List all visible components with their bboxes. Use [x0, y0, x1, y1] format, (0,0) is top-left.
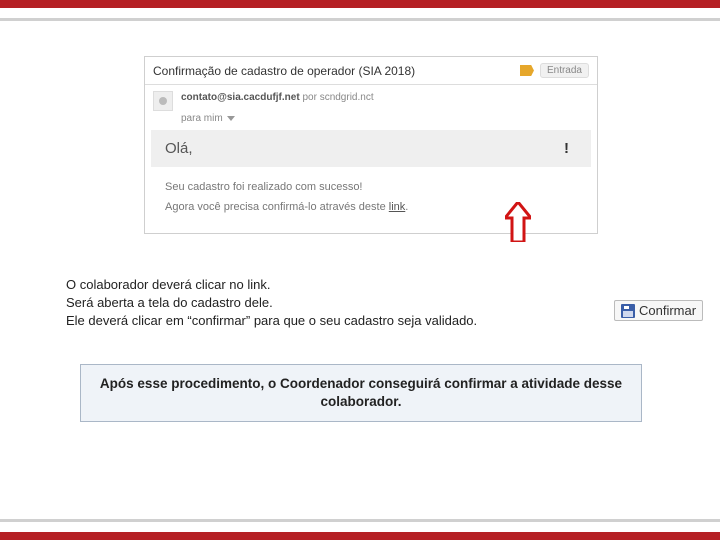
bottom-red-bar — [0, 532, 720, 540]
email-body-line2-pre: Agora você precisa confirmá-lo através d… — [165, 201, 389, 213]
from-lines: contato@sia.cacdufjf.net por scndgrid.nc… — [181, 91, 589, 105]
arrow-up-icon — [505, 202, 531, 242]
tag-icon — [520, 65, 534, 76]
instruction-line-2: Será aberta a tela do cadastro dele. — [66, 294, 576, 312]
save-icon — [621, 304, 635, 318]
instruction-line-3: Ele deverá clicar em “confirmar” para qu… — [66, 312, 576, 330]
confirmation-link[interactable]: link — [389, 201, 406, 213]
top-gap — [0, 8, 720, 18]
instruction-text: O colaborador deverá clicar no link. Ser… — [66, 276, 576, 330]
chevron-down-icon — [227, 116, 235, 121]
email-header: Confirmação de cadastro de operador (SIA… — [145, 57, 597, 85]
greeting-text: Olá, — [165, 140, 193, 157]
person-icon — [159, 97, 167, 105]
avatar — [153, 91, 173, 111]
bottom-bars — [0, 519, 720, 540]
confirm-button[interactable]: Confirmar — [614, 300, 703, 321]
greeting-exclaim: ! — [564, 140, 569, 157]
bottom-gap — [0, 522, 720, 532]
from-address: contato@sia.cacdufjf.net — [181, 92, 300, 103]
email-body-line1: Seu cadastro foi realizado com sucesso! — [165, 177, 577, 197]
top-bars — [0, 0, 720, 21]
top-grey-bar — [0, 18, 720, 21]
email-body-line2-post: . — [405, 201, 408, 213]
to-line: para mim — [181, 113, 223, 124]
top-red-bar — [0, 0, 720, 8]
instruction-line-1: O colaborador deverá clicar no link. — [66, 276, 576, 294]
confirm-button-label: Confirmar — [639, 303, 696, 318]
email-from-row: contato@sia.cacdufjf.net por scndgrid.nc… — [145, 85, 597, 113]
via-domain: scndgrid.nct — [320, 92, 374, 103]
red-arrow-annotation — [505, 202, 531, 242]
email-to-row: para mim — [145, 113, 597, 130]
callout-box: Após esse procedimento, o Coordenador co… — [80, 364, 642, 422]
via-word: por — [302, 92, 316, 103]
inbox-badge: Entrada — [540, 63, 589, 78]
email-subject: Confirmação de cadastro de operador (SIA… — [153, 64, 514, 78]
callout-text: Após esse procedimento, o Coordenador co… — [100, 376, 622, 409]
email-greeting-bar: Olá, ! — [151, 130, 591, 167]
